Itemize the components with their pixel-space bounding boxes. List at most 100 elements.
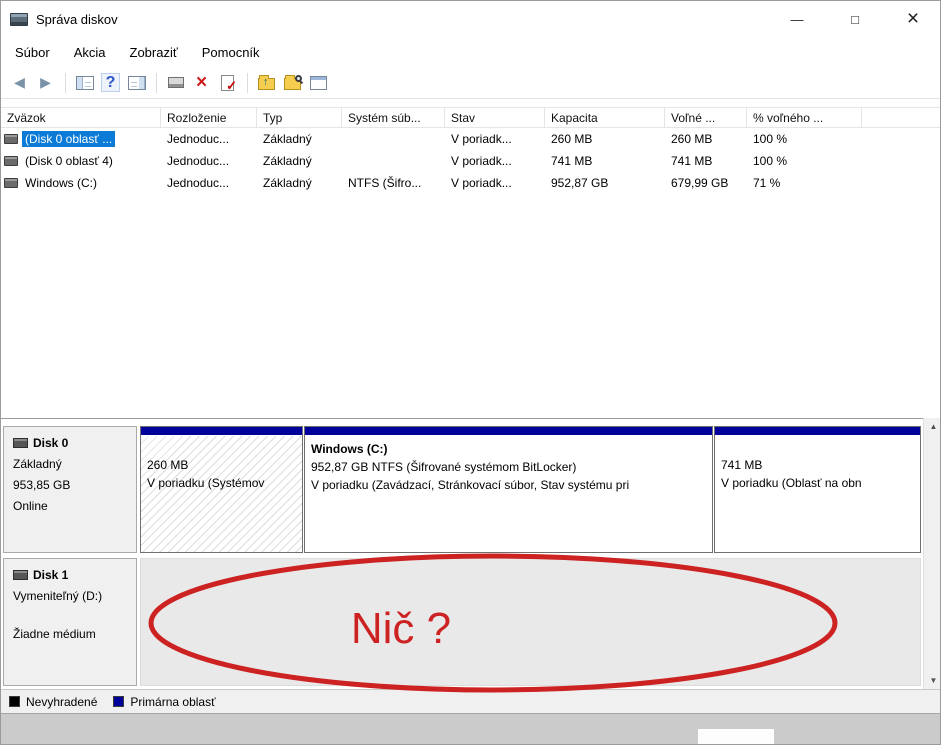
cell-free: 741 MB <box>665 154 747 168</box>
bottom-strip-highlight <box>698 729 774 745</box>
menu-file[interactable]: Súbor <box>3 40 62 65</box>
scroll-up-icon[interactable]: ▲ <box>924 418 941 435</box>
column-header-free-pct[interactable]: % voľného ... <box>747 108 862 127</box>
legend-label-primary: Primárna oblasť <box>130 695 215 709</box>
menu-view[interactable]: Zobraziť <box>118 40 190 65</box>
menu-help[interactable]: Pomocník <box>190 40 272 65</box>
partition-size: 741 MB <box>721 456 914 474</box>
column-header-free[interactable]: Voľné ... <box>665 108 747 127</box>
partition-name: Windows (C:) <box>311 440 706 458</box>
partition-windows-c[interactable]: Windows (C:) 952,87 GB NTFS (Šifrované s… <box>304 426 713 553</box>
close-button[interactable]: × <box>884 1 941 37</box>
console-tree-icon[interactable] <box>72 71 97 94</box>
details-view-icon[interactable] <box>306 71 331 94</box>
partition-status: V poriadku (Zavádzací, Stránkovací súbor… <box>311 476 706 494</box>
disk-graphical-view: Disk 0 Základný 953,85 GB Online 260 MB … <box>1 418 923 689</box>
cell-type: Základný <box>257 154 342 168</box>
cell-capacity: 741 MB <box>545 154 665 168</box>
disk0-row: Disk 0 Základný 953,85 GB Online 260 MB … <box>3 426 921 553</box>
partition-recovery[interactable]: 741 MB V poriadku (Oblasť na obn <box>714 426 921 553</box>
disk-icon <box>13 438 28 448</box>
partition-color-bar <box>305 427 712 436</box>
volume-name: (Disk 0 oblasť ... <box>22 131 115 147</box>
legend-bar: Nevyhradené Primárna oblasť <box>1 689 941 713</box>
help-icon[interactable]: ? <box>98 71 123 94</box>
delete-icon[interactable]: × <box>189 71 214 94</box>
device-icon[interactable] <box>163 71 188 94</box>
bottom-strip <box>1 713 941 745</box>
scroll-down-icon[interactable]: ▼ <box>924 672 941 689</box>
cell-free: 679,99 GB <box>665 176 747 190</box>
partition-system[interactable]: 260 MB V poriadku (Systémov <box>140 426 303 553</box>
disk0-name: Disk 0 <box>33 436 68 450</box>
volume-list-header: Zväzok Rozloženie Typ Systém súb... Stav… <box>1 107 941 128</box>
column-header-type[interactable]: Typ <box>257 108 342 127</box>
partition-size: 952,87 GB NTFS (Šifrované systémom BitLo… <box>311 458 706 476</box>
column-header-filesystem[interactable]: Systém súb... <box>342 108 445 127</box>
disk1-label-panel[interactable]: Disk 1 Vymeniteľný (D:) Žiadne médium <box>3 558 137 686</box>
disk-management-window: Správa diskov — □ × Súbor Akcia Zobraziť… <box>0 0 941 745</box>
cell-type: Základný <box>257 132 342 146</box>
toolbar-separator <box>247 73 248 93</box>
minimize-button[interactable]: — <box>768 1 826 37</box>
legend-swatch-unallocated <box>9 696 20 707</box>
disk1-no-media-area[interactable] <box>140 558 921 686</box>
table-row[interactable]: (Disk 0 oblasť 4) Jednoduc... Základný V… <box>1 150 941 172</box>
legend-label-unallocated: Nevyhradené <box>26 695 97 709</box>
cell-status: V poriadk... <box>445 176 545 190</box>
cell-free-pct: 71 % <box>747 176 862 190</box>
disk1-row: Disk 1 Vymeniteľný (D:) Žiadne médium <box>3 558 921 686</box>
cell-free-pct: 100 % <box>747 154 862 168</box>
vertical-scrollbar[interactable]: ▲ ▼ <box>923 418 941 689</box>
cell-status: V poriadk... <box>445 132 545 146</box>
partition-status: V poriadku (Oblasť na obn <box>721 474 914 492</box>
folder-up-icon[interactable]: ↑ <box>254 71 279 94</box>
volume-icon <box>4 134 18 144</box>
cell-free: 260 MB <box>665 132 747 146</box>
action-pane-icon[interactable] <box>124 71 149 94</box>
forward-icon[interactable]: ▶ <box>33 71 58 94</box>
disk1-status: Žiadne médium <box>13 627 136 641</box>
app-icon <box>10 13 28 26</box>
disk0-status: Online <box>13 499 136 513</box>
titlebar: Správa diskov — □ × <box>1 1 941 37</box>
partition-size: 260 MB <box>147 456 296 474</box>
volume-name: Windows (C:) <box>22 175 100 191</box>
maximize-button[interactable]: □ <box>826 1 884 37</box>
column-header-capacity[interactable]: Kapacita <box>545 108 665 127</box>
volume-icon <box>4 156 18 166</box>
menu-action[interactable]: Akcia <box>62 40 118 65</box>
back-icon[interactable]: ◀ <box>7 71 32 94</box>
folder-search-icon[interactable] <box>280 71 305 94</box>
volume-name: (Disk 0 oblasť 4) <box>22 153 116 169</box>
table-row[interactable]: Windows (C:) Jednoduc... Základný NTFS (… <box>1 172 941 194</box>
volume-icon <box>4 178 18 188</box>
cell-status: V poriadk... <box>445 154 545 168</box>
cell-layout: Jednoduc... <box>161 132 257 146</box>
partition-color-bar <box>141 427 302 436</box>
partition-color-bar <box>715 427 920 436</box>
cell-filesystem: NTFS (Šifro... <box>342 176 445 190</box>
cell-layout: Jednoduc... <box>161 154 257 168</box>
column-header-status[interactable]: Stav <box>445 108 545 127</box>
disk-icon <box>13 570 28 580</box>
column-header-layout[interactable]: Rozloženie <box>161 108 257 127</box>
cell-layout: Jednoduc... <box>161 176 257 190</box>
volume-list: Zväzok Rozloženie Typ Systém súb... Stav… <box>1 107 941 194</box>
toolbar: ◀ ▶ ? × ✓ ↑ <box>1 67 941 99</box>
window-title: Správa diskov <box>36 12 118 27</box>
cell-free-pct: 100 % <box>747 132 862 146</box>
table-row[interactable]: (Disk 0 oblasť ... Jednoduc... Základný … <box>1 128 941 150</box>
column-header-filler <box>862 108 941 127</box>
disk1-name: Disk 1 <box>33 568 68 582</box>
cell-capacity: 260 MB <box>545 132 665 146</box>
column-header-volume[interactable]: Zväzok <box>1 108 161 127</box>
check-document-icon[interactable]: ✓ <box>215 71 240 94</box>
disk0-size: 953,85 GB <box>13 478 136 492</box>
legend-swatch-primary <box>113 696 124 707</box>
toolbar-separator <box>65 73 66 93</box>
disk0-type: Základný <box>13 457 136 471</box>
disk0-label-panel[interactable]: Disk 0 Základný 953,85 GB Online <box>3 426 137 553</box>
cell-type: Základný <box>257 176 342 190</box>
menubar: Súbor Akcia Zobraziť Pomocník <box>1 37 941 67</box>
